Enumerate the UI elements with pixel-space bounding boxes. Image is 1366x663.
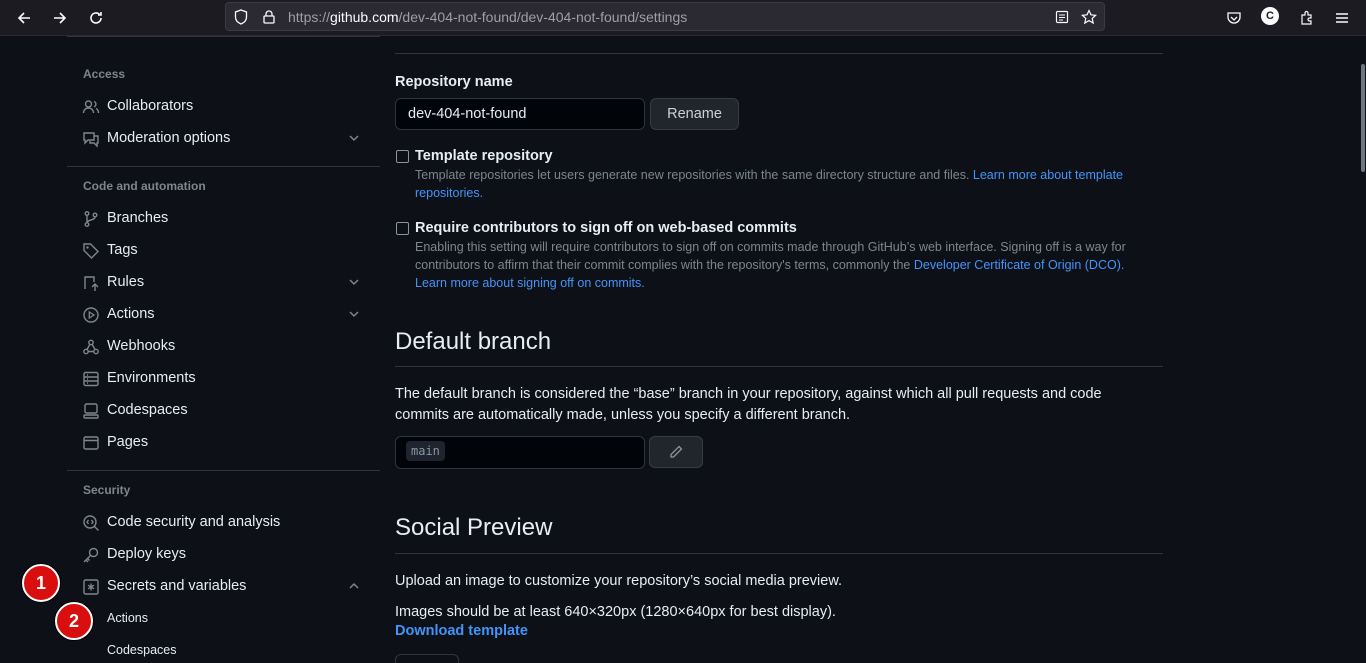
annotation-badge-1: 1 xyxy=(22,564,60,602)
edit-branch-button[interactable] xyxy=(649,436,703,468)
repo-push-icon xyxy=(84,276,99,291)
forward-arrow-icon[interactable] xyxy=(48,6,72,30)
people-icon xyxy=(82,100,100,114)
sidebar-item-deploy-keys[interactable]: Deploy keys xyxy=(75,540,371,570)
pencil-icon xyxy=(670,445,683,458)
codespaces-icon xyxy=(83,403,99,419)
sidebar-subitem-codespaces[interactable]: Codespaces xyxy=(107,643,177,657)
webhook-icon xyxy=(83,339,99,355)
sidebar-item-environments[interactable]: Environments xyxy=(75,364,371,394)
sidebar-item-label: Deploy keys xyxy=(107,546,186,562)
sidebar-item-collaborators[interactable]: Collaborators xyxy=(75,92,371,122)
sidebar-item-label: Code security and analysis xyxy=(107,514,281,530)
extensions-icon[interactable] xyxy=(1295,6,1319,30)
social-preview-heading: Social Preview xyxy=(395,514,553,541)
sidebar-item-label: Actions xyxy=(107,306,155,322)
sidebar-item-label: Environments xyxy=(107,370,196,386)
default-branch-name: main xyxy=(406,441,445,461)
default-branch-heading: Default branch xyxy=(395,328,552,355)
sidebar-item-actions[interactable]: Actions xyxy=(75,300,371,330)
signoff-checkbox[interactable] xyxy=(396,222,409,235)
default-branch-divider xyxy=(395,366,1163,367)
sidebar-item-pages[interactable]: Pages xyxy=(75,428,371,458)
sidebar-item-label: Codespaces xyxy=(107,402,188,418)
sidebar-divider xyxy=(67,166,380,167)
sidebar-item-label: Rules xyxy=(107,274,145,290)
pocket-icon[interactable] xyxy=(1222,6,1246,30)
social-preview-image-box xyxy=(395,654,459,663)
sidebar-heading-code: Code and automation xyxy=(83,179,206,193)
key-icon xyxy=(83,547,99,563)
sidebar-item-label: Webhooks xyxy=(107,338,176,354)
reload-icon[interactable] xyxy=(84,6,108,30)
download-template-link[interactable]: Download template xyxy=(395,623,528,639)
chevron-down-icon xyxy=(349,279,359,286)
signoff-learn-more-link[interactable]: Learn more about signing off on commits. xyxy=(415,276,645,290)
sidebar-item-tags[interactable]: Tags xyxy=(75,236,371,266)
template-repository-description: Template repositories let users generate… xyxy=(415,168,1123,200)
play-circle-icon xyxy=(83,307,99,323)
template-repository-title: Template repository xyxy=(415,148,553,164)
reader-view-icon[interactable] xyxy=(1053,8,1071,26)
chevron-down-icon xyxy=(349,311,359,318)
hamburger-menu-icon[interactable] xyxy=(1330,6,1354,30)
template-repository-checkbox[interactable] xyxy=(396,150,409,163)
repo-name-value: dev-404-not-found xyxy=(408,106,527,122)
general-heading-divider xyxy=(395,53,1163,54)
sidebar-divider xyxy=(67,470,380,471)
shield-icon[interactable] xyxy=(232,8,250,26)
back-arrow-icon[interactable] xyxy=(12,6,36,30)
sidebar-item-branches[interactable]: Branches xyxy=(75,204,371,234)
sidebar-item-label: Tags xyxy=(107,242,138,258)
sidebar-heading-security: Security xyxy=(83,483,131,497)
page-scrollbar[interactable] xyxy=(1361,64,1365,172)
chevron-up-icon xyxy=(349,582,359,589)
asterisk-square-icon xyxy=(83,579,99,595)
codescan-icon xyxy=(83,515,99,531)
tag-icon xyxy=(83,243,99,259)
default-branch-description: The default branch is considered the “ba… xyxy=(395,386,1102,423)
browser-toolbar: https://github.com/dev-404-not-found/dev… xyxy=(0,0,1366,36)
repo-name-input[interactable]: dev-404-not-found xyxy=(395,98,645,130)
social-preview-divider xyxy=(395,553,1163,554)
server-icon xyxy=(83,371,99,387)
page-content: Access Collaborators Moderation options … xyxy=(0,36,1366,663)
sidebar-subitem-actions[interactable]: Actions xyxy=(107,611,148,625)
sidebar-item-label: Secrets and variables xyxy=(107,578,247,594)
signoff-description: Enabling this setting will require contr… xyxy=(415,240,1126,290)
git-branch-icon xyxy=(84,211,98,227)
sidebar-item-moderation[interactable]: Moderation options xyxy=(75,124,371,154)
profile-avatar[interactable]: C xyxy=(1261,7,1279,25)
url-bar[interactable]: https://github.com/dev-404-not-found/dev… xyxy=(225,2,1105,31)
rename-button[interactable]: Rename xyxy=(650,98,739,130)
social-preview-line2: Images should be at least 640×320px (128… xyxy=(395,604,836,620)
repo-name-label: Repository name xyxy=(395,74,513,90)
bookmark-star-icon[interactable] xyxy=(1080,8,1098,26)
sidebar-item-rules[interactable]: Rules xyxy=(75,268,371,298)
annotation-badge-2: 2 xyxy=(55,602,93,640)
url-text[interactable]: https://github.com/dev-404-not-found/dev… xyxy=(288,9,687,25)
lock-icon[interactable] xyxy=(260,8,278,26)
sidebar-item-label: Collaborators xyxy=(107,98,194,114)
sidebar-item-label: Pages xyxy=(107,434,149,450)
sidebar-item-label: Moderation options xyxy=(107,130,231,146)
sidebar-top-divider xyxy=(67,36,380,37)
dco-link[interactable]: Developer Certificate of Origin (DCO). xyxy=(914,258,1124,272)
browser-icon xyxy=(83,436,99,450)
sidebar-item-code-security[interactable]: Code security and analysis xyxy=(75,508,371,538)
signoff-title: Require contributors to sign off on web-… xyxy=(415,220,797,236)
chevron-down-icon xyxy=(349,135,359,142)
sidebar-heading-access: Access xyxy=(83,67,126,81)
sidebar-item-webhooks[interactable]: Webhooks xyxy=(75,332,371,362)
comment-discussion-icon xyxy=(83,132,99,148)
sidebar-item-codespaces[interactable]: Codespaces xyxy=(75,396,371,426)
sidebar-item-label: Branches xyxy=(107,210,169,226)
social-preview-line1: Upload an image to customize your reposi… xyxy=(395,573,843,589)
sidebar-item-secrets[interactable]: Secrets and variables xyxy=(75,572,371,602)
